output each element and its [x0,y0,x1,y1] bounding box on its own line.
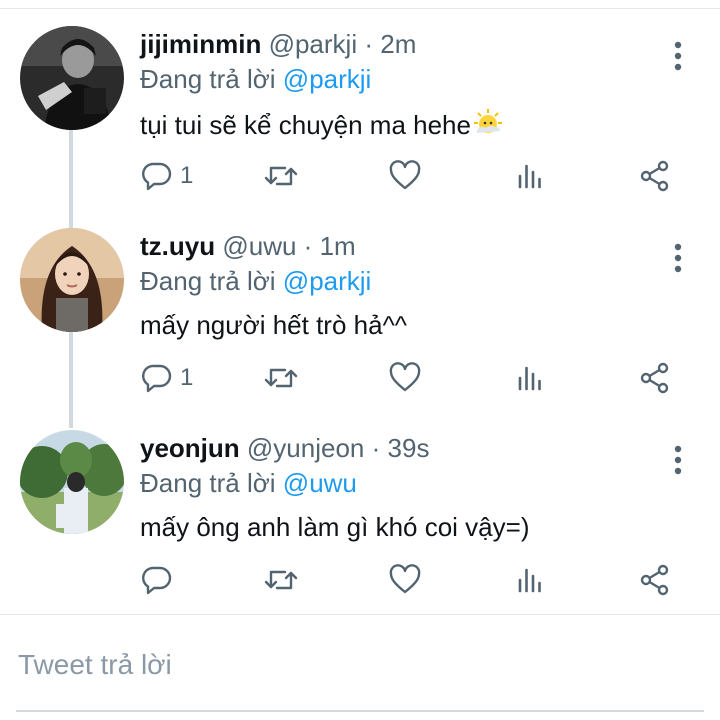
tweet-body: mấy người hết trò hả^^ [140,310,407,340]
tweet-item[interactable]: jijiminmin @parkji · 2m Đang trả lời @pa… [0,24,720,228]
heart-icon [389,362,421,392]
user-handle[interactable]: @parkji [269,29,358,59]
share-icon [640,362,669,394]
timestamp[interactable]: 39s [388,433,430,463]
reply-button[interactable]: 1 [140,358,193,398]
reply-button[interactable]: 1 [140,156,193,196]
avatar[interactable] [20,430,124,534]
reply-count: 1 [180,364,194,391]
tweet-actions: 1 [140,358,680,398]
reply-bubble-icon [142,162,172,191]
tweet-body: tụi tui sẽ kể chuyện ma hehe [140,110,471,140]
avatar[interactable] [20,26,124,130]
timestamp[interactable]: 2m [380,29,416,59]
replying-to-link[interactable]: @parkji [283,64,372,94]
stats-icon [518,366,541,391]
replying-to-link[interactable]: @parkji [283,266,372,296]
tweet-actions: 1 [140,156,680,196]
share-icon [640,160,669,192]
replying-to-label: Đang trả lời [140,266,276,296]
more-vertical-icon [674,243,682,273]
like-button[interactable] [388,560,422,600]
replying-to: Đang trả lời @uwu [140,468,357,499]
tweet-header: yeonjun @yunjeon · 39s [140,428,429,468]
stats-button[interactable] [515,156,545,196]
replying-to-link[interactable]: @uwu [283,468,357,498]
timestamp[interactable]: 1m [320,231,356,261]
replying-to: Đang trả lời @parkji [140,64,371,95]
reply-count: 1 [180,162,194,189]
display-name[interactable]: jijiminmin [140,29,261,59]
reply-composer [0,614,720,714]
tweet-header: jijiminmin @parkji · 2m [140,24,416,64]
share-icon [640,564,669,596]
retweet-button[interactable] [262,358,300,398]
thread-connector [69,130,73,228]
top-divider [0,8,720,9]
more-options-button[interactable] [664,238,692,278]
more-options-button[interactable] [664,440,692,480]
reply-bubble-icon [142,364,172,393]
stats-button[interactable] [515,560,545,600]
display-name[interactable]: yeonjun [140,433,240,463]
stats-icon [518,568,541,593]
sweat-sun-emoji [473,108,503,145]
retweet-button[interactable] [262,560,300,600]
composer-underline [16,710,704,712]
more-options-button[interactable] [664,36,692,76]
user-handle[interactable]: @uwu [222,231,296,261]
like-button[interactable] [388,358,422,398]
replying-to: Đang trả lời @parkji [140,266,371,297]
thread-connector [69,332,73,428]
tweet-item[interactable]: yeonjun @yunjeon · 39s Đang trả lời @uwu… [0,428,720,628]
separator-dot: · [371,433,381,463]
separator-dot: · [303,231,313,261]
avatar[interactable] [20,228,124,332]
share-button[interactable] [638,156,672,196]
like-button[interactable] [388,156,422,196]
tweet-text: mấy ông anh làm gì khó coi vậy=) [140,512,529,543]
share-button[interactable] [638,560,672,600]
retweet-icon [264,368,298,388]
retweet-icon [264,166,298,186]
stats-icon [518,164,541,189]
tweet-text: tụi tui sẽ kể chuyện ma hehe [140,108,503,145]
heart-icon [389,160,421,190]
replying-to-label: Đang trả lời [140,64,276,94]
tweet-item[interactable]: tz.uyu @uwu · 1m Đang trả lời @parkji mấ… [0,226,720,428]
tweet-actions [140,560,680,600]
share-button[interactable] [638,358,672,398]
more-vertical-icon [674,41,682,71]
more-vertical-icon [674,445,682,475]
reply-button[interactable] [140,560,180,600]
retweet-button[interactable] [262,156,300,196]
tweet-text: mấy người hết trò hả^^ [140,310,407,341]
tweet-body: mấy ông anh làm gì khó coi vậy=) [140,512,530,542]
reply-input[interactable] [18,645,698,685]
replying-to-label: Đang trả lời [140,468,276,498]
reply-bubble-icon [142,566,172,595]
stats-button[interactable] [515,358,545,398]
retweet-icon [264,570,298,590]
user-handle[interactable]: @yunjeon [247,433,364,463]
tweet-header: tz.uyu @uwu · 1m [140,226,356,266]
separator-dot: · [364,29,374,59]
display-name[interactable]: tz.uyu [140,231,215,261]
heart-icon [389,564,421,594]
